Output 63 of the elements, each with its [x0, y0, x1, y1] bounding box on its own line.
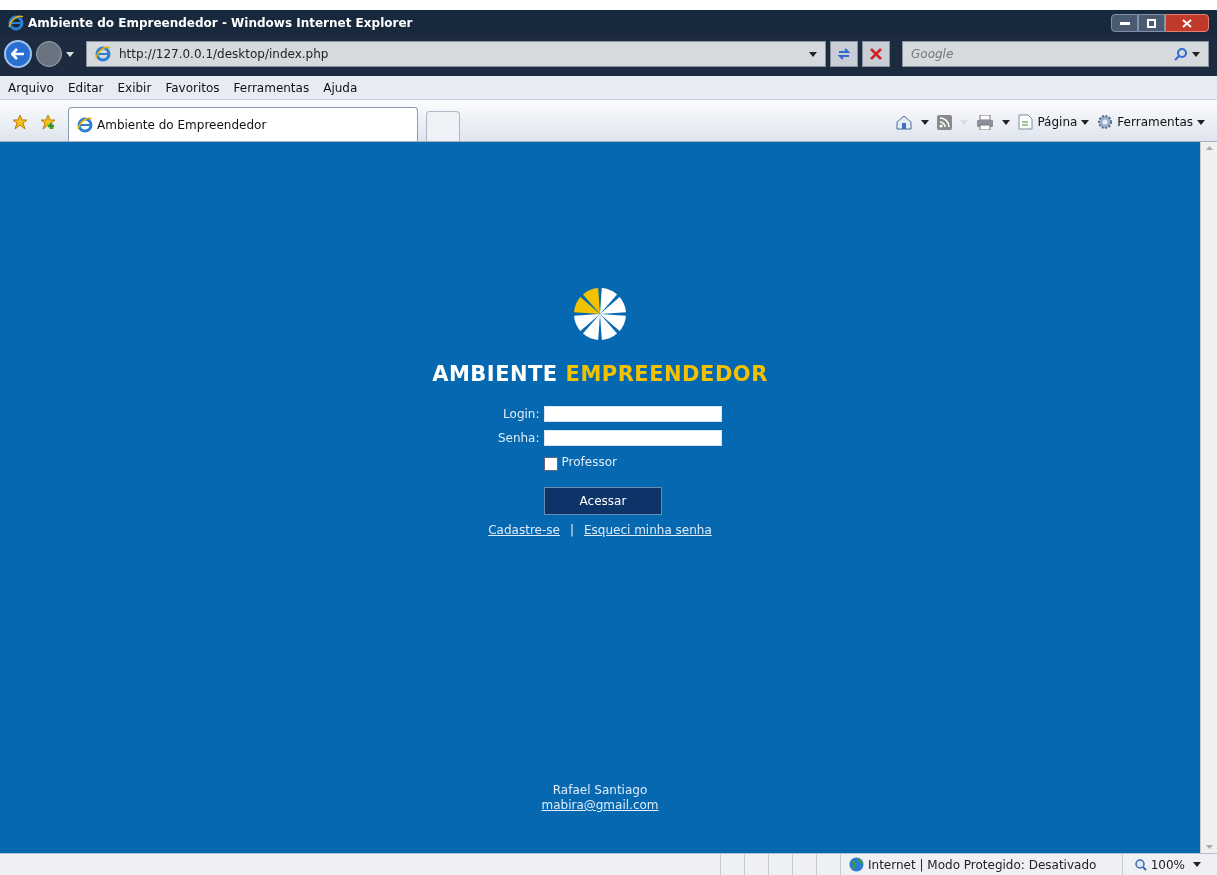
- add-favorite-icon[interactable]: [40, 114, 56, 130]
- dropdown-caret-icon[interactable]: [1193, 862, 1201, 867]
- restore-icon: [1147, 18, 1156, 28]
- menu-item[interactable]: Exibir: [117, 78, 152, 97]
- minimize-button[interactable]: [1111, 14, 1138, 32]
- checkbox[interactable]: [543, 456, 558, 471]
- magnifier-icon: [1134, 858, 1147, 871]
- stop-button[interactable]: [862, 41, 890, 67]
- brand-title: AMBIENTE EMPREENDEDOR: [432, 361, 768, 388]
- forgot-password-link[interactable]: Esqueci minha senha: [583, 520, 712, 539]
- dropdown-caret-icon[interactable]: [66, 51, 74, 57]
- checkbox-label: Professor: [561, 453, 617, 471]
- link-separator: |: [569, 521, 574, 539]
- author-name: Rafael Santiago: [552, 783, 648, 798]
- tab-title: Ambiente do Empreendedor: [97, 116, 267, 134]
- dropdown-caret-icon[interactable]: [1192, 51, 1200, 57]
- maximize-button[interactable]: [1138, 14, 1165, 32]
- dropdown-caret-icon[interactable]: [1081, 119, 1090, 125]
- menu-item[interactable]: Ferramentas: [233, 78, 310, 97]
- dropdown-caret-icon[interactable]: [1197, 119, 1205, 125]
- minimize-icon: [1119, 21, 1130, 25]
- address-text: http://127.0.0.1/desktop/index.php: [119, 46, 329, 63]
- star-icon[interactable]: [12, 114, 28, 130]
- refresh-button[interactable]: [830, 41, 858, 67]
- dropdown-caret-icon[interactable]: [921, 119, 930, 125]
- browser-tab[interactable]: Ambiente do Empreendedor: [68, 107, 418, 141]
- browser-logo-icon: [95, 46, 111, 62]
- command-menu-button[interactable]: Ferramentas: [1097, 113, 1205, 131]
- globe-icon: [849, 857, 864, 872]
- field-label: Login:: [502, 405, 540, 423]
- close-icon: [870, 48, 882, 60]
- menu-item[interactable]: Ajuda: [323, 78, 358, 97]
- browser-logo-icon: [77, 116, 93, 133]
- window-title: Ambiente do Empreendedor - Windows Internet Explorer: [28, 15, 413, 32]
- back-arrow-icon: [11, 48, 25, 60]
- address-field[interactable]: http://127.0.0.1/desktop/index.php: [86, 41, 826, 67]
- input-field[interactable]: [543, 429, 722, 446]
- feed-icon[interactable]: [937, 114, 953, 130]
- browser-logo-icon: [8, 15, 24, 31]
- gear-icon: [1097, 114, 1114, 130]
- back-button[interactable]: [4, 40, 32, 68]
- email-link[interactable]: mabira@gmail.com: [541, 798, 659, 813]
- menu-item[interactable]: Editar: [67, 78, 104, 97]
- menu-item[interactable]: Favoritos: [165, 78, 220, 97]
- security-zone-text: Internet | Modo Protegido: Desativado: [868, 856, 1097, 874]
- page-icon: [1018, 114, 1034, 130]
- close-button[interactable]: [1165, 14, 1209, 32]
- search-placeholder: Google: [911, 46, 955, 63]
- dropdown-caret-icon[interactable]: [809, 51, 817, 57]
- command-menu-button[interactable]: Página: [1018, 113, 1090, 131]
- field-label: Senha:: [496, 429, 540, 447]
- zoom-button[interactable]: 100%: [1134, 855, 1185, 874]
- forward-button[interactable]: [36, 41, 62, 67]
- signup-link[interactable]: Cadastre-se: [488, 520, 560, 539]
- close-icon: [1182, 18, 1192, 28]
- menu-item[interactable]: Arquivo: [8, 78, 54, 97]
- search-icon[interactable]: [1174, 47, 1188, 61]
- login-button[interactable]: Acessar: [544, 486, 662, 515]
- input-field[interactable]: [543, 405, 722, 422]
- refresh-arrows-icon: [837, 47, 851, 61]
- printer-icon[interactable]: [976, 114, 995, 130]
- dropdown-caret-icon[interactable]: [1002, 119, 1011, 125]
- home-icon[interactable]: [895, 114, 914, 130]
